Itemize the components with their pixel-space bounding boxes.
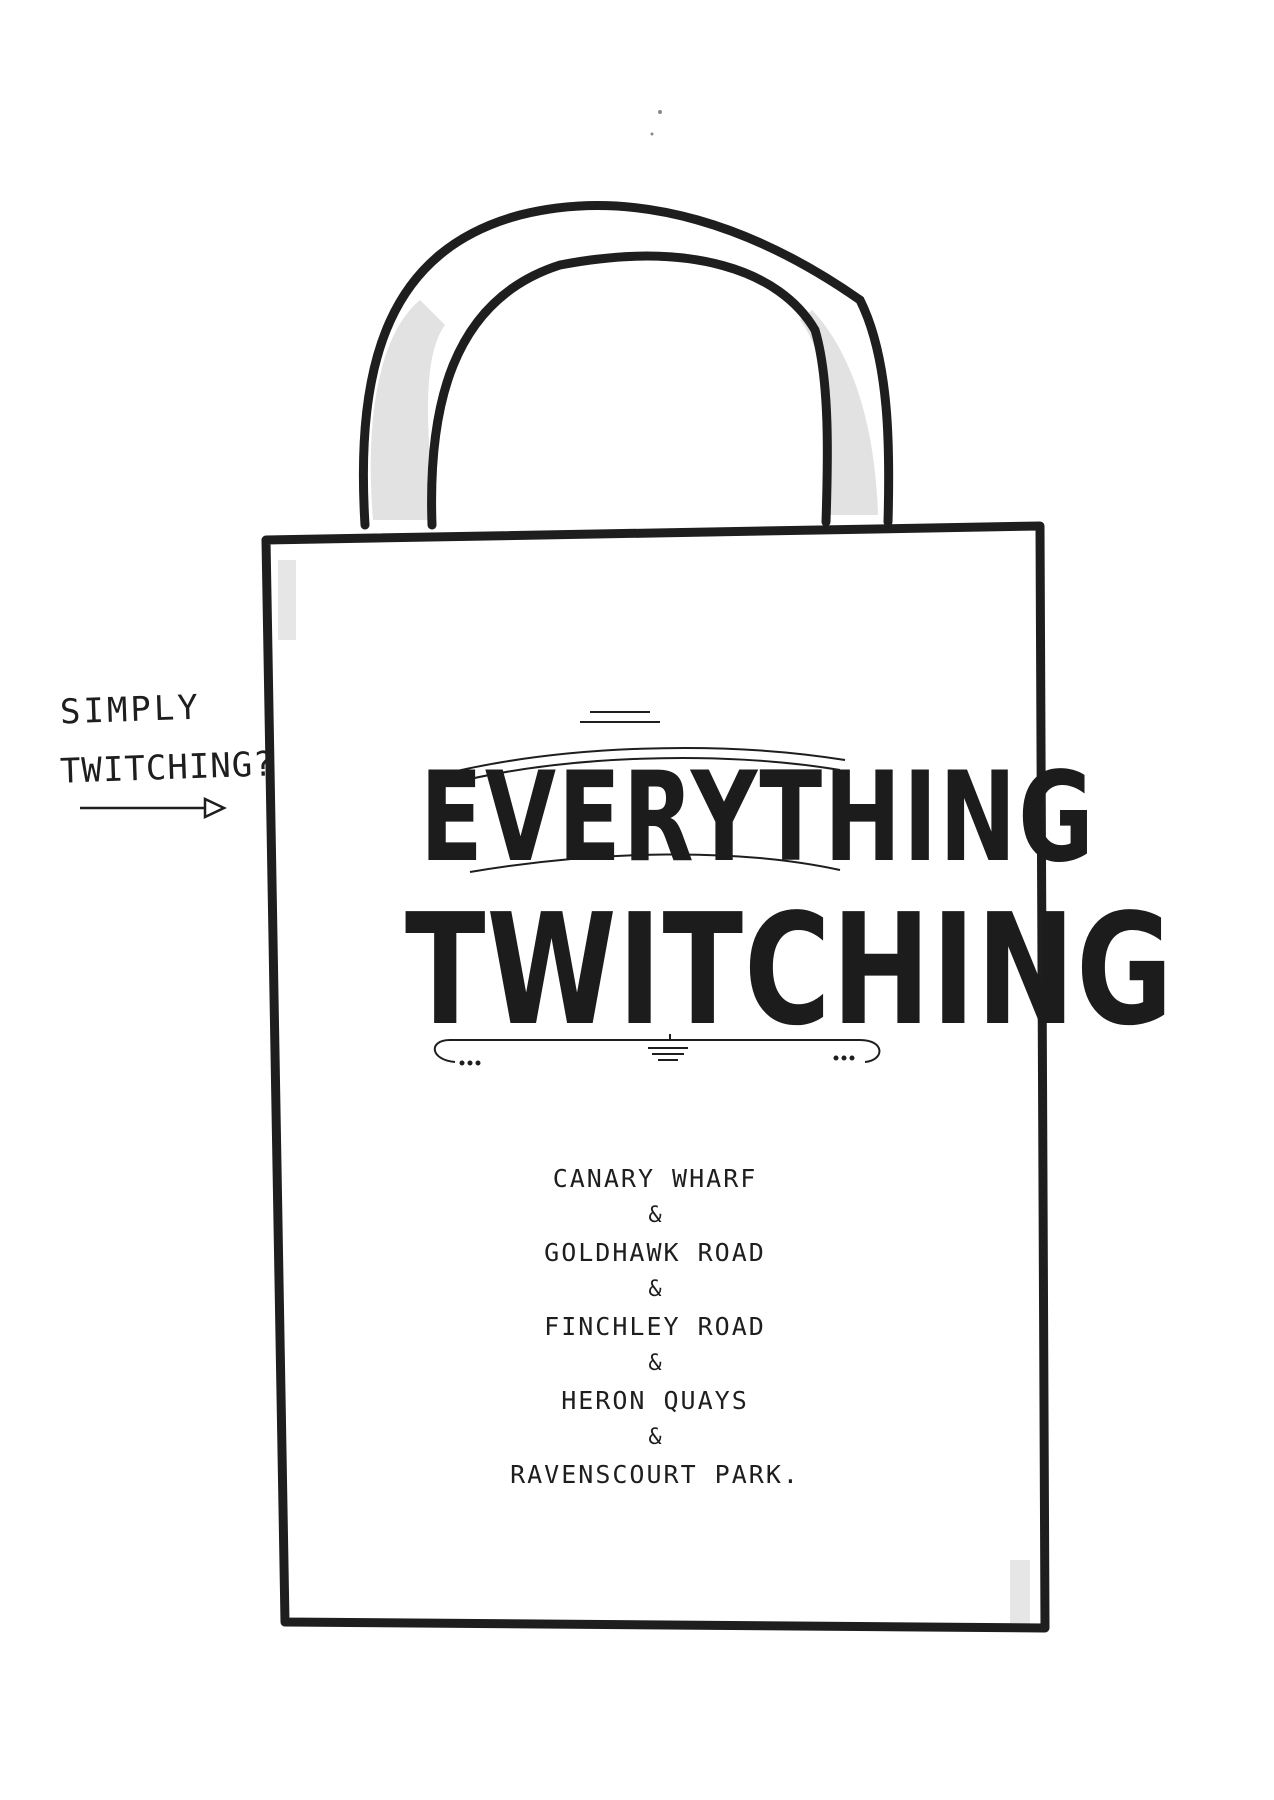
location-item: FINCHLEY ROAD: [544, 1312, 766, 1341]
ampersand: &: [648, 1203, 662, 1228]
handle-inner: [427, 251, 832, 530]
ampersand: &: [648, 1351, 662, 1376]
ampersand: &: [648, 1277, 662, 1302]
handle-shading-right: [800, 310, 878, 515]
bag-side-shading: [278, 560, 296, 640]
arrow-right-icon: [80, 797, 227, 819]
stray-mark: [658, 110, 662, 114]
location-item: CANARY WHARF: [552, 1164, 758, 1193]
bag-corner-shading: [1010, 1560, 1030, 1630]
location-item: RAVENSCOURT PARK.: [510, 1460, 800, 1489]
stray-mark: [650, 132, 654, 136]
location-item: HERON QUAYS: [561, 1386, 749, 1415]
location-item: GOLDHAWK ROAD: [544, 1238, 766, 1267]
side-note-line2: TWITCHING?: [59, 744, 276, 792]
locations-list: CANARY WHARF & GOLDHAWK ROAD & FINCHLEY …: [500, 1160, 810, 1494]
bag-title-line2: TWITCHING: [405, 880, 1174, 1060]
bag-title-line1: EVERYTHING: [420, 745, 1096, 890]
side-note-line1: SIMPLY: [59, 687, 202, 733]
ampersand: &: [648, 1425, 662, 1450]
drawing-page: SIMPLY TWITCHING? EVERYTHING TWITCHING C…: [0, 0, 1274, 1800]
